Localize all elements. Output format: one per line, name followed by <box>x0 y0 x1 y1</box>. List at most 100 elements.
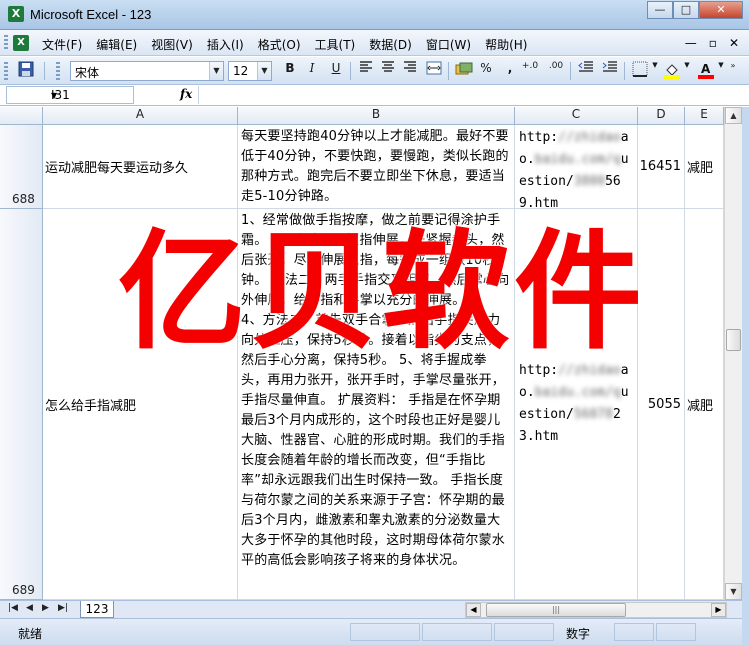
scroll-down-icon[interactable]: ▼ <box>725 583 742 600</box>
menu-window[interactable]: 窗口(W) <box>426 36 471 53</box>
status-panel <box>656 623 696 641</box>
decrease-decimal-button[interactable]: .00 <box>546 61 566 81</box>
redacted-text: baidu.com/q <box>534 152 621 167</box>
window-border <box>742 107 749 645</box>
menu-view[interactable]: 视图(V) <box>151 36 193 53</box>
chevron-down-icon[interactable]: ▼ <box>682 61 692 81</box>
table-cell[interactable]: 减肥 <box>685 125 724 209</box>
menu-format[interactable]: 格式(O) <box>258 36 301 53</box>
menu-file[interactable]: 文件(F) <box>42 36 82 53</box>
insert-function-icon[interactable]: fx <box>180 87 192 101</box>
doc-minimize-button[interactable]: — <box>685 36 697 50</box>
toolbar-grip[interactable] <box>4 62 8 80</box>
column-header-c[interactable]: C <box>515 107 638 125</box>
align-right-icon[interactable] <box>400 61 420 81</box>
table-cell[interactable]: http://zhidaoao.baidu.com/question/38005… <box>515 125 638 209</box>
column-header-b[interactable]: B <box>238 107 515 125</box>
chevron-down-icon[interactable]: ▼ <box>257 62 271 80</box>
borders-icon[interactable] <box>630 61 650 81</box>
scroll-right-icon[interactable]: ▶ <box>711 603 726 617</box>
close-button[interactable]: ✕ <box>699 1 743 19</box>
last-sheet-icon[interactable]: ▶| <box>58 603 68 613</box>
menu-edit[interactable]: 编辑(E) <box>96 36 137 53</box>
toolbar-grip[interactable] <box>4 35 8 51</box>
url-text: http: <box>519 130 559 145</box>
worksheet-grid[interactable]: A B C D E 688 运动减肥每天要运动多久 每天要坚持跑40分钟以上才能… <box>0 107 749 600</box>
menu-insert[interactable]: 插入(I) <box>207 36 244 53</box>
chevron-down-icon[interactable]: ▼ <box>716 61 726 81</box>
increase-decimal-button[interactable]: +.0 <box>520 61 540 81</box>
status-ready: 就绪 <box>18 627 43 641</box>
bold-button[interactable]: B <box>280 61 300 81</box>
table-cell[interactable]: http://zhidaoao.baidu.com/question/56078… <box>515 209 638 600</box>
table-cell[interactable]: 16451 <box>638 125 685 209</box>
chevron-down-icon[interactable]: ▼ <box>209 62 223 80</box>
italic-button[interactable]: I <box>302 61 322 81</box>
redacted-text: 56078 <box>573 407 613 422</box>
maximize-button[interactable]: □ <box>673 1 699 19</box>
scrollbar-thumb[interactable]: ||| <box>486 603 626 617</box>
toolbar-options-icon[interactable]: » <box>728 61 738 81</box>
vertical-scrollbar[interactable]: ▲ ▼ <box>724 107 742 600</box>
status-panel <box>614 623 654 641</box>
first-sheet-icon[interactable]: |◀ <box>8 603 18 613</box>
redacted-text: 3800 <box>573 174 606 189</box>
toolbar-grip[interactable] <box>56 62 60 80</box>
url-text: tion/ <box>534 407 574 422</box>
table-cell[interactable]: 怎么给手指减肥 <box>43 209 238 600</box>
redacted-text: //zhidao <box>558 130 621 145</box>
table-cell[interactable]: 1、经常做做手指按摩，做之前要记得涂护手霜。 2、方法一：握指伸展，先紧握拳头，… <box>238 209 515 600</box>
url-text: http: <box>519 363 559 378</box>
table-cell[interactable]: 运动减肥每天要运动多久 <box>43 125 238 209</box>
menu-tools[interactable]: 工具(T) <box>315 36 356 53</box>
doc-close-button[interactable]: ✕ <box>729 36 739 50</box>
font-color-icon[interactable]: A <box>696 61 716 81</box>
workbook-icon[interactable]: X <box>13 35 29 51</box>
minimize-button[interactable]: — <box>647 1 673 19</box>
scroll-up-icon[interactable]: ▲ <box>725 107 742 124</box>
chevron-down-icon[interactable]: ▼ <box>51 87 131 104</box>
prev-sheet-icon[interactable]: ◀ <box>26 603 33 613</box>
chevron-down-icon[interactable]: ▼ <box>650 61 660 81</box>
menu-help[interactable]: 帮助(H) <box>485 36 527 53</box>
url-text: .htm <box>526 196 559 209</box>
column-header-a[interactable]: A <box>43 107 238 125</box>
row-header[interactable]: 689 <box>0 209 43 600</box>
next-sheet-icon[interactable]: ▶ <box>42 603 49 613</box>
font-name-select[interactable]: 宋体 ▼ <box>70 61 224 81</box>
status-panel <box>494 623 554 641</box>
currency-icon[interactable] <box>454 61 474 81</box>
scroll-left-icon[interactable]: ◀ <box>466 603 481 617</box>
row-header[interactable]: 688 <box>0 125 43 209</box>
sheet-tabs-bar: |◀ ◀ ▶ ▶| 123 ◀ ||| ▶ <box>0 600 742 618</box>
fill-color-icon[interactable] <box>662 61 682 81</box>
table-cell[interactable]: 减肥 <box>685 209 724 600</box>
decrease-indent-icon[interactable] <box>576 61 596 81</box>
column-header-d[interactable]: D <box>638 107 685 125</box>
menu-bar: X 文件(F) 编辑(E) 视图(V) 插入(I) 格式(O) 工具(T) 数据… <box>0 30 749 56</box>
menu-data[interactable]: 数据(D) <box>369 36 412 53</box>
name-box[interactable]: I31 ▼ <box>6 86 134 104</box>
align-left-icon[interactable] <box>356 61 376 81</box>
comma-button[interactable]: , <box>500 61 520 81</box>
table-cell[interactable]: 5055 <box>638 209 685 600</box>
sheet-tab-123[interactable]: 123 <box>80 601 114 618</box>
window-title: Microsoft Excel - 123 <box>30 7 152 22</box>
align-center-icon[interactable] <box>378 61 398 81</box>
horizontal-scrollbar[interactable]: ◀ ||| ▶ <box>465 602 727 618</box>
scrollbar-thumb[interactable] <box>726 329 741 351</box>
select-all-button[interactable] <box>0 107 43 125</box>
merge-center-icon[interactable] <box>424 61 444 81</box>
underline-button[interactable]: U <box>326 61 346 81</box>
table-cell[interactable]: 每天要坚持跑40分钟以上才能减肥。最好不要低于40分钟，不要快跑，要慢跑，类似长… <box>238 125 515 209</box>
increase-indent-icon[interactable] <box>600 61 620 81</box>
save-icon[interactable] <box>16 61 36 81</box>
font-size-select[interactable]: 12 ▼ <box>228 61 272 81</box>
status-panel <box>422 623 492 641</box>
doc-restore-button[interactable]: ▫ <box>709 36 717 50</box>
formula-input[interactable] <box>198 86 738 104</box>
percent-button[interactable]: % <box>476 61 496 81</box>
column-header-e[interactable]: E <box>685 107 724 125</box>
url-text: tion/ <box>534 174 574 189</box>
status-panel <box>350 623 420 641</box>
